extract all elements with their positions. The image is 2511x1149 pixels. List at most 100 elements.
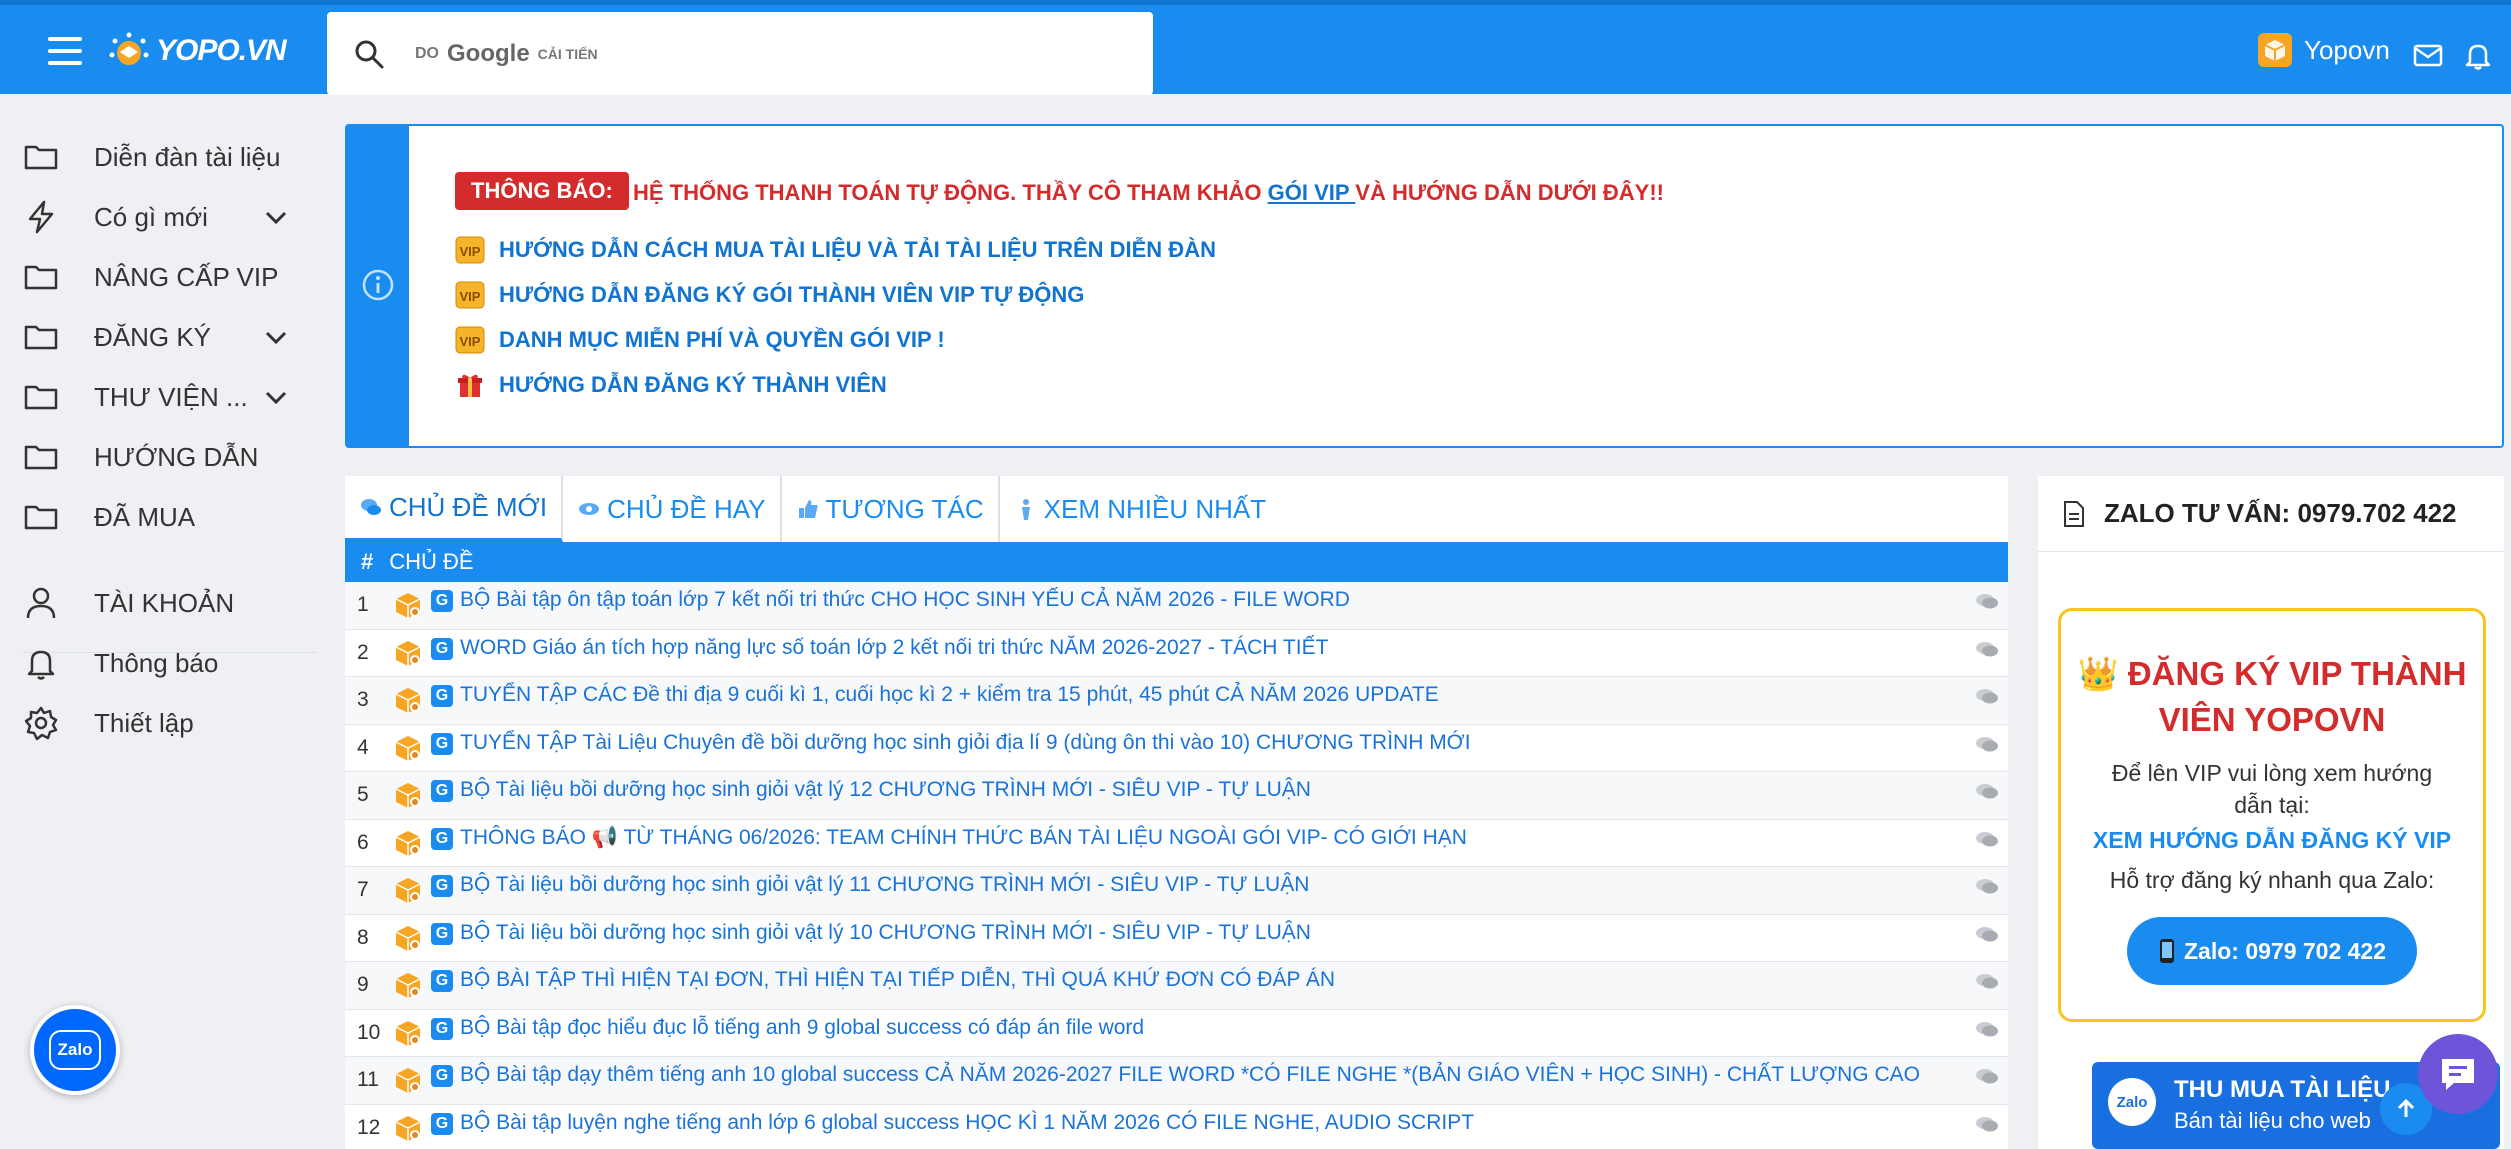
folder-icon [24, 445, 58, 470]
zalo-phone-button[interactable]: Zalo: 0979 702 422 [2127, 917, 2417, 985]
chat-icon [361, 499, 381, 515]
document-icon [2064, 500, 2084, 527]
thread-title-link[interactable]: BỘ Bài tập dạy thêm tiếng anh 10 global … [460, 1063, 1920, 1087]
thread-title-link[interactable]: TUYỂN TẬP CÁC Đề thi địa 9 cuối kì 1, cu… [460, 683, 1439, 707]
search-input[interactable]: DO Google CẢI TIẾN [327, 12, 1153, 95]
row-number: 12 [357, 1115, 381, 1139]
notice-strip [347, 126, 409, 446]
table-row[interactable]: 2 G WORD Giáo án tích hợp năng lực số toán… [345, 630, 2008, 677]
sidebar-item-guide[interactable]: HƯỚNG DẪN [0, 429, 320, 485]
folder-icon [24, 325, 58, 350]
sidebar-item-notifications[interactable]: Thông báo [0, 635, 320, 691]
row-number: 3 [357, 688, 369, 712]
search-by-label: DO [415, 44, 439, 62]
google-icon: G [431, 1065, 453, 1087]
google-icon: G [431, 922, 453, 945]
row-number: 1 [357, 593, 369, 617]
vip-guide-link[interactable]: XEM HƯỚNG DẪN ĐĂNG KÝ VIP [2061, 827, 2483, 854]
google-icon: G [431, 875, 453, 897]
tab-most-viewed[interactable]: XEM NHIỀU NHẤT [1000, 476, 1280, 542]
search-icon [355, 40, 384, 68]
row-number: 8 [357, 925, 369, 949]
column-number: # [361, 549, 374, 574]
table-row[interactable]: 6 G THÔNG BÁO 📢 TỪ THÁNG 06/2026: TEAM CHÍ… [345, 820, 2008, 867]
sidebar-item-upgrade-vip[interactable]: NÂNG CẤP VIP [0, 249, 320, 305]
sidebar-item-label: Thông báo [94, 647, 219, 678]
notice-link[interactable]: VIP DANH MỤC MIỄN PHÍ VÀ QUYỀN GÓI VIP ! [455, 324, 945, 356]
chevron-down-icon[interactable] [262, 383, 290, 411]
folder-icon [24, 505, 58, 530]
thread-title-link[interactable]: BỘ Bài tập luyện nghe tiếng anh lớp 6 gl… [460, 1111, 1474, 1135]
notice-link[interactable]: VIP HƯỚNG DẪN ĐĂNG KÝ GÓI THÀNH VIÊN VIP… [455, 279, 1084, 311]
sidebar-item-label: HƯỚNG DẪN [94, 441, 259, 472]
consult-text: ZALO TƯ VẤN: 0979.702 422 [2104, 498, 2457, 528]
sidebar-item-library[interactable]: THƯ VIỆN ... [0, 369, 320, 425]
package-icon [395, 735, 421, 761]
notice-link-text: HƯỚNG DẪN CÁCH MUA TÀI LIỆU VÀ TẢI TÀI L… [499, 237, 1216, 262]
table-row[interactable]: 3 G TUYỂN TẬP CÁC Đề thi địa 9 cuối kì 1, … [345, 677, 2008, 725]
table-row[interactable]: 11 G BỘ Bài tập dạy thêm tiếng anh 10 glob… [345, 1057, 2008, 1105]
table-row[interactable]: 1 G BỘ Bài tập ôn tập toán lớp 7 kết nối t… [345, 582, 2008, 630]
site-logo[interactable]: YOPO.VN [108, 29, 287, 73]
sidebar-item-label: TÀI KHOẢN [94, 587, 235, 618]
thread-title-link[interactable]: BỘ Tài liệu bồi dưỡng học sinh giỏi vật … [460, 873, 1309, 897]
thread-title-link[interactable]: WORD Giáo án tích hợp năng lực số toán l… [460, 636, 1328, 660]
zalo-chat-button[interactable]: Zalo [30, 1005, 120, 1095]
notice-link[interactable]: HƯỚNG DẪN ĐĂNG KÝ THÀNH VIÊN [455, 369, 887, 401]
info-icon [362, 269, 394, 301]
vip-register-box: 👑 ĐĂNG KÝ VIP THÀNH VIÊN YOPOVN Để lên V… [2058, 608, 2486, 1022]
table-row[interactable]: 4 G TUYỂN TẬP Tài Liệu Chuyên đề bồi dưỡng… [345, 725, 2008, 772]
thread-title-link[interactable]: BỘ BÀI TẬP THÌ HIỆN TẠI ĐƠN, THÌ HIỆN TẠ… [460, 968, 1335, 992]
sidebar-item-account[interactable]: TÀI KHOẢN [0, 575, 320, 631]
sidebar-item-register[interactable]: ĐĂNG KÝ [0, 309, 320, 365]
table-row[interactable]: 8 G BỘ Tài liệu bồi dưỡng học sinh giỏi vậ… [345, 915, 2008, 962]
thread-title-link[interactable]: BỘ Tài liệu bồi dưỡng học sinh giỏi vật … [460, 921, 1311, 945]
user-menu[interactable]: Yopovn [2258, 33, 2390, 67]
sidebar-item-documents[interactable]: Diễn đàn tài liệu [0, 129, 320, 185]
chat-widget-button[interactable] [2418, 1034, 2498, 1114]
vip-description: Để lên VIP vui lòng xem hướng dẫn tại: [2111, 760, 2433, 818]
table-row[interactable]: 9 G BỘ BÀI TẬP THÌ HIỆN TẠI ĐƠN, THÌ HIỆN … [345, 962, 2008, 1010]
package-icon [395, 593, 421, 618]
google-icon: G [431, 1112, 453, 1135]
thread-title-link[interactable]: BỘ Tài liệu bồi dưỡng học sinh giỏi vật … [460, 778, 1311, 802]
thread-title-link[interactable]: THÔNG BÁO 📢 TỪ THÁNG 06/2026: TEAM CHÍNH… [460, 826, 1467, 850]
row-number: 10 [357, 1020, 381, 1044]
zalo-consult-heading: ZALO TƯ VẤN: 0979.702 422 [2038, 476, 2504, 552]
tab-interactions[interactable]: TƯƠNG TÁC [782, 476, 1000, 542]
sidebar-item-label: Thiết lập [94, 707, 194, 738]
table-row[interactable]: 12 G BỘ Bài tập luyện nghe tiếng anh lớp 6… [345, 1105, 2008, 1149]
chevron-down-icon[interactable] [262, 203, 290, 231]
google-icon: G [431, 637, 453, 660]
chevron-down-icon[interactable] [262, 323, 290, 351]
search-brand: Google [447, 39, 530, 67]
svg-text:VIP: VIP [460, 244, 481, 259]
bell-icon[interactable] [2462, 39, 2494, 71]
comment-icon [1976, 831, 1998, 846]
notice-link[interactable]: VIP HƯỚNG DẪN CÁCH MUA TÀI LIỆU VÀ TẢI T… [455, 234, 1216, 266]
thread-title-link[interactable]: BỘ Bài tập đọc hiểu đục lỗ tiếng anh 9 g… [460, 1016, 1144, 1040]
sidebar-item-whats-new[interactable]: Có gì mới [0, 189, 320, 245]
vip-package-link[interactable]: GÓI VIP [1268, 180, 1356, 205]
table-row[interactable]: 7 G BỘ Tài liệu bồi dưỡng học sinh giỏi vậ… [345, 867, 2008, 915]
table-row[interactable]: 5 G BỘ Tài liệu bồi dưỡng học sinh giỏi vậ… [345, 772, 2008, 820]
tab-new-threads[interactable]: CHỦ ĐỀ MỚI [345, 476, 564, 542]
notice-link-text: HƯỚNG DẪN ĐĂNG KÝ GÓI THÀNH VIÊN VIP TỰ … [499, 282, 1085, 307]
comment-icon [1976, 641, 1998, 656]
menu-icon[interactable] [48, 37, 82, 65]
thread-list-panel: CHỦ ĐỀ MỚI CHỦ ĐỀ HAY TƯƠNG TÁC XEM NHIỀ… [345, 476, 2008, 1149]
row-number: 6 [357, 830, 369, 854]
mail-icon[interactable] [2412, 39, 2444, 71]
tab-label: CHỦ ĐỀ MỚI [389, 491, 548, 522]
tab-hot-threads[interactable]: CHỦ ĐỀ HAY [563, 476, 782, 542]
thread-title-link[interactable]: TUYỂN TẬP Tài Liệu Chuyên đề bồi dưỡng h… [460, 731, 1471, 755]
sidebar-item-label: ĐÃ MUA [94, 501, 196, 532]
table-row[interactable]: 10 G BỘ Bài tập đọc hiểu đục lỗ tiếng anh … [345, 1010, 2008, 1057]
sidebar-item-settings[interactable]: Thiết lập [0, 695, 320, 751]
sidebar-item-purchased[interactable]: ĐÃ MUA [0, 489, 320, 545]
notice-message-text: VÀ HƯỚNG DẪN DƯỚI ĐÂY!! [1355, 180, 1664, 205]
thread-title-link[interactable]: BỘ Bài tập ôn tập toán lớp 7 kết nối tri… [460, 588, 1350, 612]
gear-icon [24, 706, 58, 741]
comment-icon [1976, 736, 1998, 751]
lightning-icon [28, 200, 54, 234]
